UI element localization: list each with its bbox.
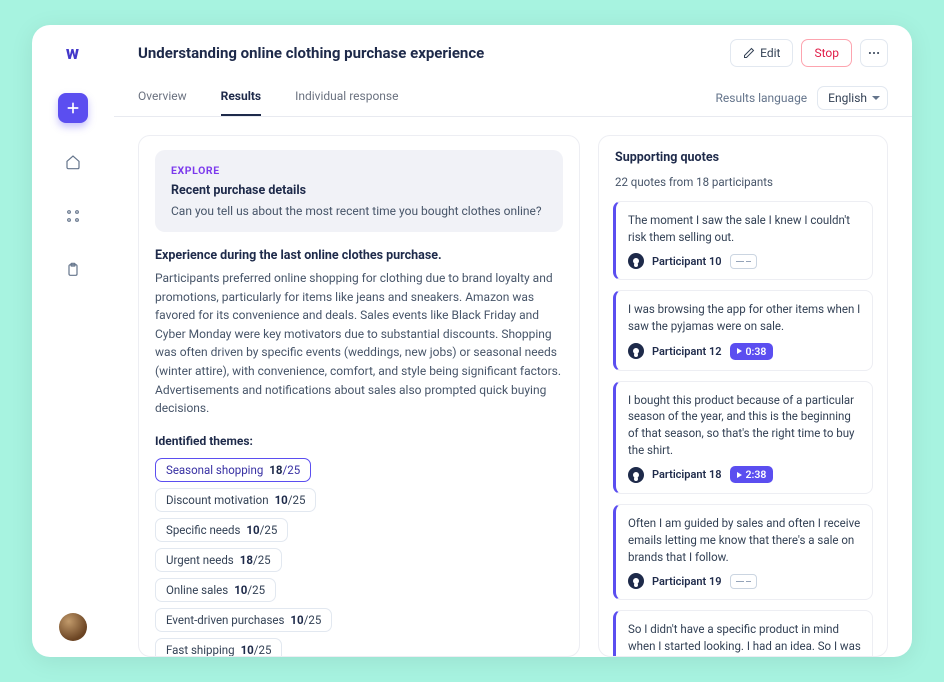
page-header: Understanding online clothing purchase e… (114, 25, 912, 77)
grid-icon (65, 208, 81, 224)
clipboard-nav[interactable] (58, 255, 88, 285)
language-selector: Results language English (716, 86, 888, 116)
stop-button[interactable]: Stop (801, 39, 852, 67)
play-icon (737, 348, 742, 354)
quote-meta: Participant 19 (628, 573, 862, 589)
quote-card: I was browsing the app for other items w… (613, 290, 873, 370)
tab-results[interactable]: Results (221, 79, 261, 116)
participant-name: Participant 18 (652, 468, 722, 481)
edit-label: Edit (760, 46, 780, 60)
theme-label: Seasonal shopping (166, 463, 263, 477)
quote-text: I was browsing the app for other items w… (628, 301, 862, 334)
quote-text: I bought this product because of a parti… (628, 392, 862, 459)
main-area: Understanding online clothing purchase e… (114, 25, 912, 657)
transcript-icon (730, 254, 757, 269)
person-icon (628, 573, 644, 589)
apps-nav[interactable] (58, 201, 88, 231)
home-icon (65, 154, 81, 170)
theme-label: Event-driven purchases (166, 613, 284, 627)
tab-overview[interactable]: Overview (138, 79, 187, 116)
quote-text: The moment I saw the sale I knew I could… (628, 212, 862, 245)
theme-chip[interactable]: Urgent needs 18/25 (155, 548, 282, 572)
quote-card: I bought this product because of a parti… (613, 381, 873, 495)
quotes-title: Supporting quotes (615, 150, 871, 165)
quotes-panel: Supporting quotes 22 quotes from 18 part… (598, 135, 888, 657)
theme-count: 18/25 (269, 463, 300, 477)
quotes-list: The moment I saw the sale I knew I could… (599, 197, 887, 656)
person-icon (628, 343, 644, 359)
theme-label: Fast shipping (166, 643, 235, 657)
dots-icon (867, 46, 881, 60)
tab-individual[interactable]: Individual response (295, 79, 398, 116)
theme-count: 10/25 (241, 643, 272, 657)
plus-icon (65, 100, 81, 116)
page-title: Understanding online clothing purchase e… (138, 44, 722, 62)
content-row: EXPLORE Recent purchase details Can you … (114, 117, 912, 657)
play-icon (737, 472, 742, 478)
timestamp-value: 0:38 (746, 345, 767, 358)
avatar[interactable] (59, 613, 87, 641)
more-button[interactable] (860, 39, 888, 67)
explore-card: EXPLORE Recent purchase details Can you … (155, 150, 563, 232)
participant-name: Participant 19 (652, 575, 722, 588)
person-icon (628, 253, 644, 269)
quote-text: So I didn't have a specific product in m… (628, 621, 862, 656)
quote-card: The moment I saw the sale I knew I could… (613, 201, 873, 280)
theme-chip[interactable]: Online sales 10/25 (155, 578, 276, 602)
theme-count: 10/25 (246, 523, 277, 537)
app-window: w Understanding online clothing purchase… (32, 25, 912, 657)
theme-count: 10/25 (290, 613, 321, 627)
edit-button[interactable]: Edit (730, 39, 793, 67)
experience-heading: Experience during the last online clothe… (155, 248, 563, 263)
experience-body: Participants preferred online shopping f… (155, 269, 563, 418)
theme-chip[interactable]: Event-driven purchases 10/25 (155, 608, 332, 632)
language-label: Results language (716, 91, 808, 105)
pencil-icon (743, 47, 755, 59)
clipboard-icon (65, 262, 81, 278)
participant-name: Participant 12 (652, 345, 722, 358)
theme-label: Online sales (166, 583, 228, 597)
explore-question: Can you tell us about the most recent ti… (171, 204, 547, 218)
sidebar: w (32, 25, 114, 657)
quote-meta: Participant 10 (628, 253, 862, 269)
logo: w (61, 41, 85, 65)
play-timestamp[interactable]: 0:38 (730, 343, 774, 360)
timestamp-value: 2:38 (746, 468, 767, 481)
quotes-subtitle: 22 quotes from 18 participants (615, 175, 871, 189)
language-select[interactable]: English (817, 86, 888, 110)
themes-list: Seasonal shopping 18/25 Discount motivatio… (155, 458, 563, 657)
home-nav[interactable] (58, 147, 88, 177)
theme-chip[interactable]: Fast shipping 10/25 (155, 638, 282, 657)
theme-count: 18/25 (240, 553, 271, 567)
quote-card: Often I am guided by sales and often I r… (613, 504, 873, 600)
theme-count: 10/25 (234, 583, 265, 597)
theme-label: Urgent needs (166, 553, 234, 567)
explore-tag: EXPLORE (171, 164, 547, 177)
transcript-icon (730, 574, 757, 589)
themes-heading: Identified themes: (155, 434, 563, 448)
play-timestamp[interactable]: 2:38 (730, 466, 774, 483)
theme-chip[interactable]: Specific needs 10/25 (155, 518, 288, 542)
theme-label: Specific needs (166, 523, 240, 537)
theme-chip[interactable]: Discount motivation 10/25 (155, 488, 316, 512)
stop-label: Stop (814, 46, 839, 60)
explore-title: Recent purchase details (171, 183, 547, 198)
theme-count: 10/25 (275, 493, 306, 507)
quotes-header: Supporting quotes 22 quotes from 18 part… (599, 136, 887, 197)
tabs: Overview Results Individual response Res… (114, 77, 912, 117)
quote-card: So I didn't have a specific product in m… (613, 610, 873, 656)
participant-name: Participant 10 (652, 255, 722, 268)
create-button[interactable] (58, 93, 88, 123)
results-panel: EXPLORE Recent purchase details Can you … (138, 135, 580, 657)
quote-meta: Participant 12 0:38 (628, 343, 862, 360)
quote-text: Often I am guided by sales and often I r… (628, 515, 862, 565)
quote-meta: Participant 18 2:38 (628, 466, 862, 483)
person-icon (628, 467, 644, 483)
theme-label: Discount motivation (166, 493, 269, 507)
theme-chip[interactable]: Seasonal shopping 18/25 (155, 458, 311, 482)
